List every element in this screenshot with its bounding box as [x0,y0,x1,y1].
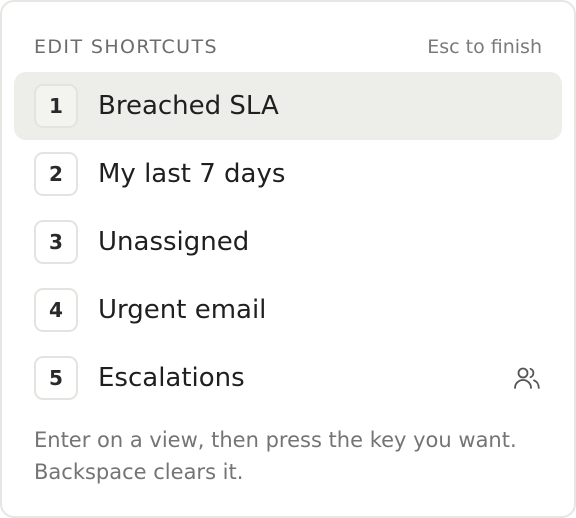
shortcut-key-badge: 4 [34,288,78,332]
shortcut-label: Breached SLA [98,91,279,121]
help-line-1: Enter on a view, then press the key you … [34,428,517,452]
shortcut-key-badge: 2 [34,152,78,196]
shortcut-row-5[interactable]: 5 Escalations [14,344,562,412]
shortcut-list: 1 Breached SLA 2 My last 7 days 3 Unassi… [14,72,562,412]
shortcut-row-4[interactable]: 4 Urgent email [14,276,562,344]
panel-title: EDIT SHORTCUTS [34,36,218,58]
shortcut-row-2[interactable]: 2 My last 7 days [14,140,562,208]
shortcut-label: Escalations [98,363,245,393]
shortcut-label: My last 7 days [98,159,286,189]
panel-header: EDIT SHORTCUTS Esc to finish [34,35,542,59]
shortcut-key-badge: 5 [34,356,78,400]
shortcut-key-badge: 3 [34,220,78,264]
help-line-2: Backspace clears it. [34,460,244,484]
shortcut-label: Urgent email [98,295,267,325]
edit-shortcuts-panel: EDIT SHORTCUTS Esc to finish 1 Breached … [0,0,576,518]
help-text: Enter on a view, then press the key you … [34,424,542,488]
shortcut-label: Unassigned [98,227,250,257]
shortcut-key-badge: 1 [34,84,78,128]
esc-hint: Esc to finish [427,36,542,58]
shortcut-row-1[interactable]: 1 Breached SLA [14,72,562,140]
shortcut-row-3[interactable]: 3 Unassigned [14,208,562,276]
users-icon [514,367,540,389]
